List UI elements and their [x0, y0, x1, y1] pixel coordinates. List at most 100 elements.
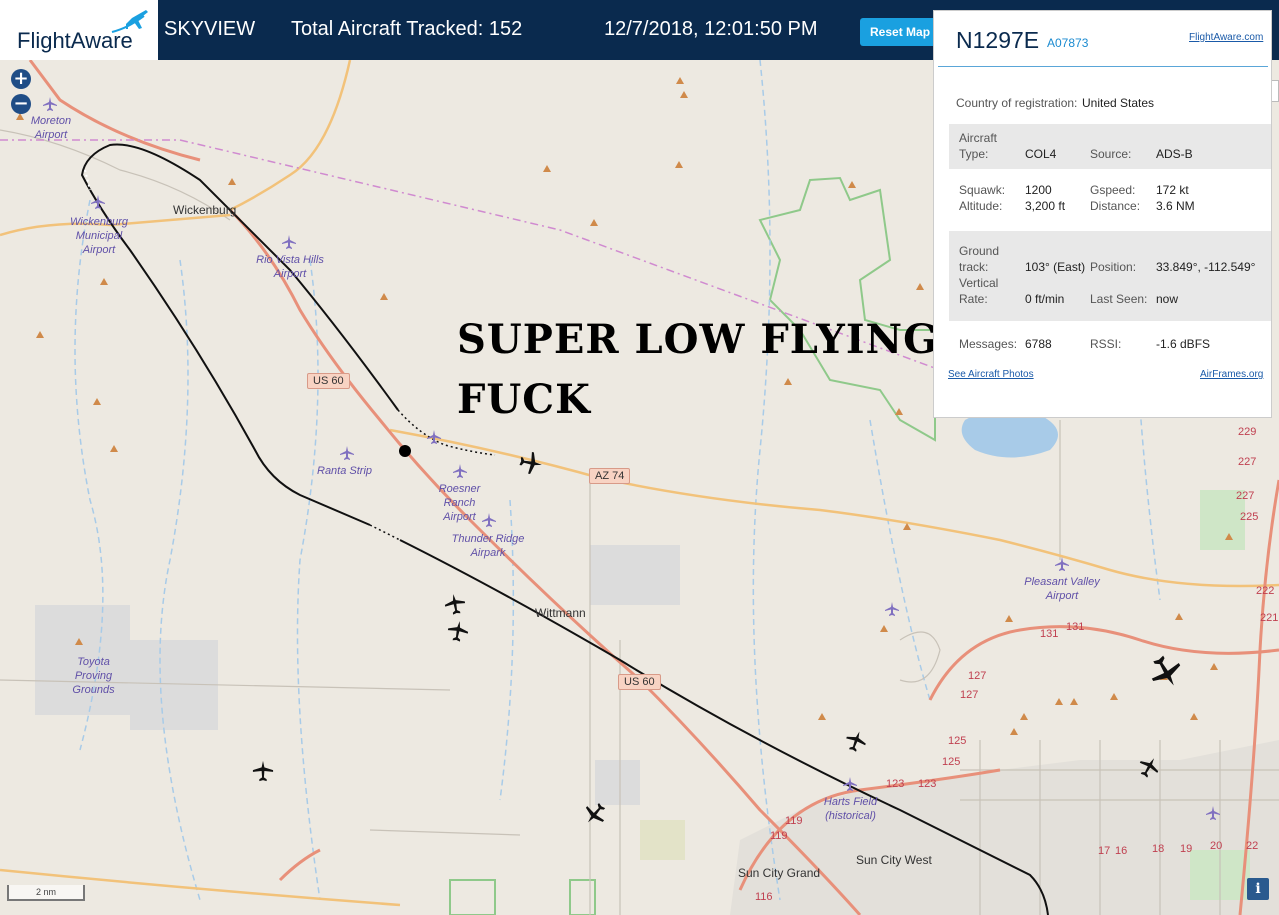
place-label: Wickenburg	[173, 203, 237, 217]
airport-icon	[843, 777, 857, 791]
highway-shield: US 60	[618, 674, 661, 690]
road-number: 19	[1180, 843, 1193, 855]
airport-icon	[282, 235, 296, 249]
airport-icon	[43, 97, 57, 111]
place-label: Wittmann	[535, 606, 586, 620]
vertical-rate-label: Vertical Rate:	[959, 276, 999, 306]
flightaware-link[interactable]: FlightAware.com	[1189, 32, 1263, 43]
last-seen-value: now	[1156, 292, 1179, 306]
aircraft-registration: N1297E	[956, 27, 1040, 53]
aircraft-info-panel: N1297E A07873 FlightAware.com Country of…	[933, 10, 1272, 418]
overlay-caption: SUPER LOW FLYING	[457, 316, 939, 363]
source-label: Source:	[1090, 147, 1132, 161]
road-number: 131	[1066, 621, 1085, 633]
place-label: Sun City Grand	[738, 866, 821, 880]
airport-label: Thunder Ridge Airpark	[451, 533, 525, 559]
aircraft-hex[interactable]: A07873	[1047, 36, 1088, 50]
timestamp: 12/7/2018, 12:01:50 PM	[604, 18, 818, 40]
aircraft-photos-link[interactable]: See Aircraft Photos	[948, 369, 1034, 380]
road-number: 225	[1240, 511, 1259, 523]
zoom-in-button[interactable]: +	[11, 69, 31, 89]
aircraft-count: Total Aircraft Tracked: 152	[291, 18, 523, 40]
airport-label: Roesner Ranch Airport	[438, 483, 481, 523]
road-number: 221	[1260, 612, 1279, 624]
altitude-value: 3,200 ft	[1025, 199, 1066, 213]
road-number: 229	[1238, 426, 1257, 438]
app-title: SKYVIEW	[164, 18, 256, 40]
country-row: Country of registration: United States	[949, 95, 1271, 113]
panel-divider	[938, 66, 1268, 67]
road-number: 123	[918, 778, 937, 790]
road-number: 123	[886, 778, 905, 790]
airport-label: Rio Vista Hills Airport	[256, 254, 324, 280]
airport-icon	[1206, 806, 1220, 820]
flightaware-logo[interactable]: FlightAware	[0, 0, 158, 60]
road-number: 20	[1210, 840, 1223, 852]
airport-icon	[91, 195, 105, 209]
road-number: 125	[948, 735, 967, 747]
distance-label: Distance:	[1090, 199, 1141, 213]
logo-text: FlightAware	[17, 28, 133, 53]
reset-map-button[interactable]: Reset Map	[860, 18, 940, 46]
position-value: 33.849°, -112.549°	[1156, 260, 1256, 274]
airport-icon	[427, 430, 441, 444]
source-value: ADS-B	[1156, 147, 1193, 161]
road-number: 125	[942, 756, 961, 768]
aircraft-marker-icon[interactable]	[517, 449, 545, 477]
aircraft-marker-icon[interactable]	[445, 618, 470, 643]
place-label: Toyota Proving Grounds	[72, 656, 115, 696]
ground-track-label: Ground track:	[959, 244, 1000, 274]
messages-value: 6788	[1025, 337, 1052, 351]
type-row: Aircraft Type: COL4 Source: ADS-B	[949, 124, 1271, 169]
aircraft-marker-icon[interactable]	[251, 760, 275, 782]
airport-icon	[885, 602, 899, 616]
type-value: COL4	[1025, 147, 1057, 161]
road-number: 17	[1098, 845, 1111, 857]
road-number: 119	[785, 815, 803, 827]
messages-row: Messages: 6788 RSSI: -1.6 dBFS	[949, 334, 1271, 354]
gspeed-label: Gspeed:	[1090, 183, 1136, 197]
road-number: 16	[1115, 845, 1128, 857]
road-number: 131	[1040, 628, 1059, 640]
road-number: 227	[1238, 456, 1257, 468]
scale-bar: 2 nm	[7, 885, 85, 901]
track-row: Ground track: 103° (East) Position: 33.8…	[949, 231, 1271, 321]
rssi-value: -1.6 dBFS	[1156, 337, 1211, 351]
vertical-rate-value: 0 ft/min	[1025, 292, 1065, 306]
type-label: Aircraft Type:	[959, 131, 998, 161]
squawk-row: Squawk: 1200 Gspeed: 172 kt Altitude: 3,…	[949, 177, 1271, 219]
road-number: 22	[1246, 840, 1259, 852]
road-number: 119	[770, 830, 788, 842]
airport-label: Harts Field (historical)	[823, 796, 878, 822]
airframes-link[interactable]: AirFrames.org	[1200, 369, 1263, 380]
airport-label: Ranta Strip	[317, 465, 373, 477]
gspeed-value: 172 kt	[1156, 183, 1189, 197]
airport-label: Moreton Airport	[30, 115, 72, 141]
airport-label: Pleasant Valley Airport	[1024, 576, 1100, 602]
info-button[interactable]: i	[1247, 878, 1269, 900]
airport-icon	[453, 464, 467, 478]
road-number: 227	[1236, 490, 1255, 502]
zoom-out-button[interactable]: −	[11, 94, 31, 114]
airport-label: Wickenburg Municipal Airport	[70, 216, 128, 256]
road-number: 116	[755, 891, 773, 903]
road-number: 127	[968, 670, 987, 682]
squawk-value: 1200	[1025, 183, 1052, 197]
airport-icon	[482, 513, 496, 527]
distance-value: 3.6 NM	[1156, 199, 1195, 213]
road-number: 127	[960, 689, 979, 701]
highway-shield: AZ 74	[589, 468, 631, 484]
aircraft-marker-icon[interactable]	[442, 591, 467, 616]
country-value: United States	[1082, 96, 1155, 110]
airport-icon	[1055, 557, 1069, 571]
last-seen-label: Last Seen:	[1090, 292, 1148, 306]
airport-icon	[340, 446, 354, 460]
altitude-label: Altitude:	[959, 199, 1003, 213]
position-label: Position:	[1090, 260, 1137, 274]
place-label: Sun City West	[856, 853, 932, 867]
country-label: Country of registration:	[956, 96, 1078, 110]
ground-track-value: 103° (East)	[1025, 260, 1086, 274]
road-number: 222	[1256, 585, 1275, 597]
overlay-caption: FUCK	[457, 376, 591, 423]
squawk-label: Squawk:	[959, 183, 1006, 197]
